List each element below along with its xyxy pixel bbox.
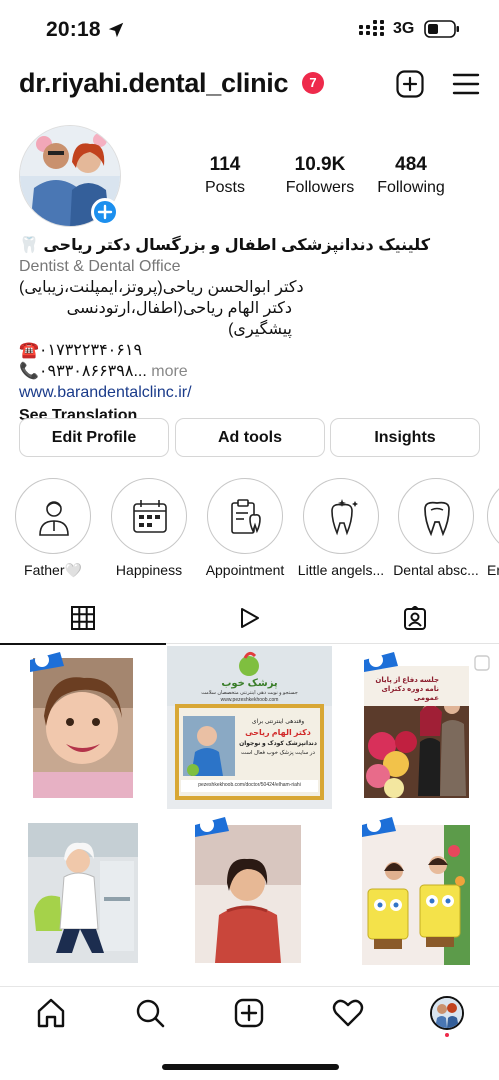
bio-line-2: دکتر الهام ریاحی(اطفال،ارتودنسی پیشگیری) <box>19 298 484 340</box>
active-tab-indicator <box>0 643 166 645</box>
followers-label: Followers <box>285 179 355 196</box>
followers-number: 10.9K <box>294 154 346 175</box>
profile-bio: کلینیک دندانپزشکی اطفال و بزرگسال دکتر ر… <box>19 235 484 426</box>
post-heading: پزشک خوب <box>221 678 278 689</box>
bio-title: کلینیک دندانپزشکی اطفال و بزرگسال دکتر ر… <box>19 237 431 254</box>
insights-button[interactable]: Insights <box>330 418 480 457</box>
clipboard-tooth-icon <box>231 499 261 534</box>
post-caption: جلسه دفاع از پایان نامه دوره دکترای عموم… <box>375 677 439 702</box>
highlight-label: Happiness <box>115 562 183 578</box>
highlight-dental-abscess[interactable]: Dental absc... <box>391 478 481 578</box>
profile-nav-avatar[interactable] <box>430 996 464 1030</box>
more-link[interactable]: more <box>151 363 187 380</box>
search-icon[interactable] <box>134 997 166 1029</box>
plus-icon <box>97 204 113 220</box>
doctor-icon <box>39 501 69 536</box>
post-subtitle: جستجو و نوبت دهی اینترنتی متخصصان سلامت <box>201 690 298 696</box>
following-number: 484 <box>395 154 427 175</box>
edit-profile-button[interactable]: Edit Profile <box>19 418 169 457</box>
highlight-cover <box>207 478 283 554</box>
reels-play-icon <box>241 608 259 628</box>
home-indicator <box>162 1064 339 1070</box>
heart-icon[interactable] <box>332 997 364 1029</box>
sparkle-tooth-icon <box>331 499 358 536</box>
highlight-label: Father🤍 <box>24 562 82 578</box>
post-note: در سایت پزشک خوب فعال است <box>241 750 315 756</box>
highlight-happiness[interactable]: Happiness <box>104 478 194 578</box>
status-bar: 20:18 3G <box>0 0 499 58</box>
post-specialty: دندانپزشک کودک و نوجوان <box>239 741 317 747</box>
posts-label: Posts <box>204 179 245 196</box>
status-time: 20:18 <box>46 18 101 41</box>
post-inner-title: وقتدهی اینترنتی برای <box>251 719 305 725</box>
bio-category: Dentist & Dental Office <box>19 258 181 275</box>
highlight-cover <box>303 478 379 554</box>
signal-icon <box>359 20 384 36</box>
post-url: www.pezeshkekhoob.com <box>220 697 279 703</box>
tab-tagged[interactable] <box>332 600 498 644</box>
location-arrow-icon <box>108 22 124 38</box>
bio-line-2-text: دکتر الهام ریاحی(اطفال،ارتودنسی پیشگیری) <box>66 300 292 338</box>
create-icon[interactable] <box>233 997 265 1029</box>
highlight-label: Appointment <box>205 562 285 578</box>
post-pezeshk-khoob[interactable]: پزشک خوب جستجو و نوبت دهی اینترنتی متخصص… <box>167 646 332 809</box>
home-icon[interactable] <box>35 997 67 1029</box>
highlight-label: Er <box>487 562 499 578</box>
post-dentist-chair[interactable] <box>0 811 165 974</box>
profile-notification-dot <box>445 1033 449 1037</box>
highlight-little-angels[interactable]: Little angels... <box>296 478 386 578</box>
ad-tools-button[interactable]: Ad tools <box>175 418 325 457</box>
post-doctor-name: دکتر الهام ریاحی <box>245 728 311 737</box>
highlight-appointment[interactable]: Appointment <box>200 478 290 578</box>
bio-line-1: دکتر ابوالحسن ریاحی(پروتز،ایمپلنت،زیبایی… <box>19 279 304 296</box>
add-story-button[interactable] <box>91 198 119 226</box>
bio-phone-1: ☎️۰۱۷۳۲۲۳۴۰۶۱۹ <box>19 342 143 359</box>
create-post-button[interactable] <box>396 70 424 98</box>
tagged-person-icon <box>404 606 426 630</box>
following-count[interactable]: 484 Following <box>366 154 456 197</box>
profile-tabs <box>0 600 499 645</box>
highlight-label: Dental absc... <box>393 562 479 578</box>
followers-count[interactable]: 10.9K Followers <box>275 154 365 197</box>
username[interactable]: dr.riyahi.dental_clinic <box>19 68 289 99</box>
highlight-cover <box>487 478 499 554</box>
bio-phone-line-2: 📞۰۹۳۳۰۸۶۶۳۹۸... more <box>19 361 484 382</box>
post-kids-spongebob[interactable] <box>334 811 499 974</box>
notification-badge[interactable]: 7 <box>302 72 324 94</box>
battery-icon <box>424 20 459 38</box>
highlight-father[interactable]: Father🤍 <box>8 478 98 579</box>
grid-icon <box>71 606 95 630</box>
tab-posts-grid[interactable] <box>0 600 166 645</box>
highlight-cover <box>15 478 91 554</box>
post-graduation-flowers[interactable]: جلسه دفاع از پایان نامه دوره دکترای عموم… <box>334 646 499 809</box>
post-child-smile[interactable] <box>0 646 165 809</box>
highlight-partial[interactable]: Er <box>487 478 499 578</box>
tooth-icon <box>424 501 450 537</box>
website-link[interactable]: www.barandentalclinc.ir/ <box>19 382 484 403</box>
profile-header: dr.riyahi.dental_clinic 7 <box>0 62 499 108</box>
network-type: 3G <box>393 20 415 37</box>
posts-number: 114 <box>209 154 241 175</box>
post-footer: pezeshkekhoob.com/doctor/50424/elham-ria… <box>198 782 301 788</box>
hamburger-menu-icon[interactable] <box>452 71 480 97</box>
following-label: Following <box>377 179 445 196</box>
bio-phone-2: 📞۰۹۳۳۰۸۶۶۳۹۸... <box>19 363 147 380</box>
post-child-red-sweater[interactable] <box>167 811 332 974</box>
tab-reels[interactable] <box>166 600 332 644</box>
highlight-cover <box>111 478 187 554</box>
posts-count[interactable]: 114 Posts <box>190 154 260 197</box>
highlight-label: Little angels... <box>297 562 385 578</box>
calendar-icon <box>133 500 167 533</box>
highlight-cover <box>398 478 474 554</box>
